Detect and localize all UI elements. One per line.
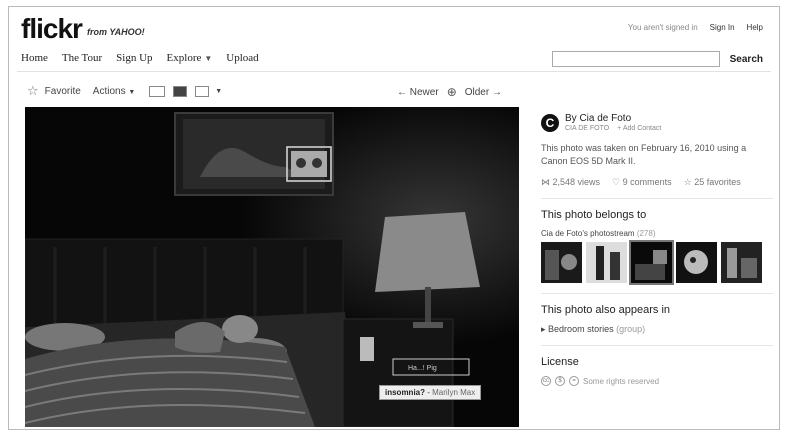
thumbnail-current[interactable] (629, 240, 674, 285)
author-handle[interactable]: CIA DE FOTO (565, 125, 609, 132)
add-contact-link[interactable]: + Add Contact (617, 125, 661, 132)
chevron-down-icon: ▼ (128, 88, 136, 96)
thumbnail[interactable] (676, 242, 717, 283)
chevron-down-icon[interactable]: ▼ (215, 88, 222, 95)
account-links: You aren't signed in Sign In Help (628, 23, 763, 32)
comment-icon: ♡ (612, 177, 621, 187)
browser-frame: flickr from YAHOO! Home The Tour Sign Up… (8, 6, 780, 430)
thumbnail[interactable] (586, 242, 627, 283)
nav-upload[interactable]: Upload (226, 52, 258, 64)
nav-the-tour[interactable]: The Tour (62, 52, 102, 64)
newer-link[interactable]: ← Newer (397, 87, 439, 98)
group-name: Bedroom stories (548, 324, 614, 334)
help-link[interactable]: Help (747, 23, 763, 32)
chevron-down-icon: ▼ (204, 54, 213, 63)
photo-stats: ⋈ 2,548 views ♡ 9 comments ☆ 25 favorite… (541, 177, 773, 188)
photo-taken-info: This photo was taken on February 16, 201… (541, 143, 747, 166)
main-photo[interactable]: Ha...! Pig (25, 107, 519, 427)
note-title: insomnia? (385, 388, 426, 397)
divider (541, 293, 773, 294)
thumbnail[interactable] (541, 242, 582, 283)
bullet-icon: ▸ (541, 324, 546, 334)
email-share-icon[interactable] (149, 85, 166, 97)
appears-in-title: This photo also appears in (541, 304, 671, 316)
author-meta: CIA DE FOTO + Add Contact (565, 125, 661, 132)
facebook-share-icon[interactable] (173, 85, 188, 97)
search-button[interactable]: Search (730, 54, 763, 65)
thumbnail[interactable] (721, 242, 762, 283)
comments-count: 9 comments (622, 177, 672, 187)
photostream-label[interactable]: Cia de Foto's photostream (278) (541, 229, 773, 238)
license-text: Some rights reserved (583, 376, 660, 386)
photo-sidebar: C By Cia de Foto CIA DE FOTO + Add Conta… (541, 113, 773, 386)
flickr-logo[interactable]: flickr (21, 15, 83, 43)
nav-sign-up[interactable]: Sign Up (116, 52, 152, 64)
yahoo-sublogo: from YAHOO! (87, 27, 145, 37)
zoom-icon[interactable]: ⊕ (447, 85, 457, 99)
nav-explore[interactable]: Explore ▼ (167, 52, 213, 64)
author-avatar[interactable]: C (541, 113, 559, 132)
note-small-text: Ha...! Pig (408, 365, 437, 372)
divider (541, 198, 773, 199)
group-item[interactable]: ▸ Bedroom stories (group) (541, 324, 773, 335)
search-bar: Search (551, 51, 763, 67)
actions-menu[interactable]: Actions ▼ (93, 86, 136, 97)
note-author[interactable]: Marilyn Max (432, 388, 475, 397)
cc-nd-icon: = (569, 376, 579, 386)
star-icon: ☆ (683, 177, 692, 187)
comments-stat[interactable]: ♡ 9 comments (612, 177, 672, 188)
photostream-count: (278) (636, 229, 656, 238)
views-stat: ⋈ 2,548 views (541, 177, 600, 188)
views-count: 2,548 views (552, 177, 601, 187)
favorite-button[interactable]: Favorite (45, 86, 81, 97)
photo-note-tooltip[interactable]: insomnia? - Marilyn Max (379, 385, 482, 400)
photo-toolbar: ☆ Favorite Actions ▼ ▼ (27, 83, 222, 99)
cc-nc-icon: $ (555, 376, 565, 386)
signed-in-status: You aren't signed in (627, 23, 698, 32)
main-nav: Home The Tour Sign Up Explore ▼ Upload (21, 52, 259, 64)
nav-explore-label: Explore (166, 52, 202, 64)
author-name[interactable]: By Cia de Foto (565, 113, 661, 124)
divider (541, 345, 773, 346)
photostream-name: Cia de Foto's photostream (541, 229, 635, 238)
photo-pager: ← Newer ⊕ Older → (397, 85, 502, 99)
belongs-title: This photo belongs to (541, 209, 647, 221)
group-tag: (group) (616, 324, 646, 334)
actions-label: Actions (92, 85, 126, 97)
license-info[interactable]: cc $ = Some rights reserved (541, 376, 773, 386)
more-share-icon[interactable] (195, 85, 210, 97)
header-divider (17, 71, 771, 72)
sign-in-link[interactable]: Sign In (710, 23, 735, 32)
photo-scene: Ha...! Pig (25, 107, 519, 427)
license-title: License (541, 356, 579, 368)
search-input[interactable] (551, 51, 720, 67)
favorites-count: 25 favorites (694, 177, 741, 187)
photostream-thumbnails (541, 240, 773, 285)
cc-icon: cc (541, 376, 551, 386)
favorites-stat[interactable]: ☆ 25 favorites (684, 177, 741, 188)
star-icon[interactable]: ☆ (27, 83, 39, 99)
nav-home[interactable]: Home (21, 52, 48, 64)
views-icon: ⋈ (541, 177, 550, 187)
older-link[interactable]: Older → (465, 87, 502, 98)
author-block: C By Cia de Foto CIA DE FOTO + Add Conta… (541, 113, 773, 132)
